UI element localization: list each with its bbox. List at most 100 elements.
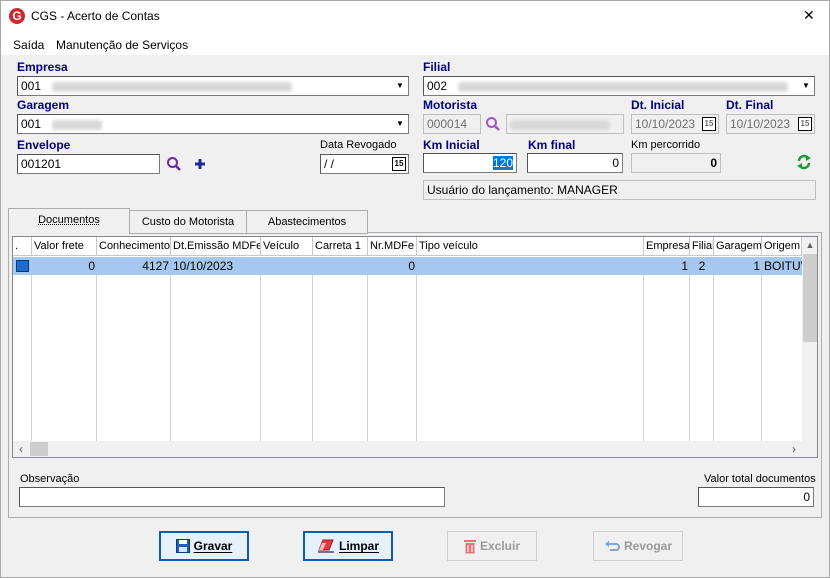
scroll-thumb[interactable]: [803, 254, 817, 342]
limpar-button[interactable]: Limpar: [303, 531, 393, 561]
column-divider: [312, 257, 313, 441]
envelope-label: Envelope: [17, 138, 71, 152]
garagem-select[interactable]: 001 ▼: [17, 114, 409, 134]
column-header[interactable]: Carreta 1: [313, 237, 368, 256]
dt-final-field[interactable]: 10/10/2023 15: [726, 114, 815, 134]
empresa-name-redacted: [52, 81, 293, 92]
column-header[interactable]: Origem: [762, 237, 802, 256]
column-header[interactable]: Tipo veículo: [417, 237, 644, 256]
cell-filial: 2: [698, 259, 706, 273]
column-header[interactable]: Veículo: [261, 237, 313, 256]
column-header[interactable]: Empresa: [644, 237, 690, 256]
undo-icon: [604, 540, 620, 551]
motorista-name-field: [506, 114, 624, 134]
cell-veiculo: [261, 257, 313, 275]
cell-garagem: 1: [753, 259, 760, 273]
dt-final-value: 10/10/2023: [730, 117, 791, 131]
column-header[interactable]: Dt.Emissão MDFe: [171, 237, 261, 256]
menu-item-manutencao[interactable]: Manutenção de Serviços: [56, 38, 188, 52]
limpar-label: Limpar: [338, 539, 379, 553]
data-revogado-value: / /: [324, 157, 335, 171]
column-header[interactable]: .: [13, 237, 32, 256]
scroll-right-icon[interactable]: ›: [786, 441, 802, 457]
vertical-scrollbar[interactable]: ▲: [802, 237, 817, 441]
km-final-label: Km final: [528, 138, 576, 152]
chevron-down-icon[interactable]: ▼: [392, 115, 408, 133]
row-selector[interactable]: [16, 260, 29, 272]
valor-total-field: 0: [698, 487, 814, 507]
km-inicial-field[interactable]: 120: [423, 153, 517, 173]
cell-dt-emissao: 10/10/2023: [173, 259, 234, 273]
chevron-down-icon[interactable]: ▼: [392, 77, 408, 95]
motorista-label: Motorista: [423, 98, 477, 112]
add-icon[interactable]: [194, 158, 206, 170]
cell-carreta: [313, 257, 368, 275]
documentos-grid[interactable]: . Valor frete Conhecimento Dt.Emissão MD…: [12, 236, 818, 458]
refresh-icon[interactable]: [796, 154, 812, 170]
filial-name-redacted: [458, 81, 789, 92]
tab-abastecimentos[interactable]: Abastecimentos: [246, 210, 368, 234]
column-divider: [260, 257, 261, 441]
dt-inicial-value: 10/10/2023: [635, 117, 696, 131]
close-icon[interactable]: ✕: [803, 7, 815, 24]
column-header[interactable]: Nr.MDFe: [368, 237, 417, 256]
cell-empresa: 1: [681, 259, 688, 273]
cell-nr-mdfe: 0: [408, 259, 415, 273]
km-final-field[interactable]: 0: [527, 153, 623, 173]
horizontal-scrollbar[interactable]: ‹ ›: [13, 441, 802, 457]
observacao-field[interactable]: [19, 487, 445, 507]
column-divider: [689, 257, 690, 441]
menu-bar: Saída Manutenção de Serviços: [1, 31, 829, 55]
revogar-button[interactable]: Revogar: [593, 531, 683, 561]
tab-custo-motorista[interactable]: Custo do Motorista: [129, 210, 247, 234]
chevron-down-icon[interactable]: ▼: [798, 77, 814, 95]
calendar-icon[interactable]: 15: [392, 157, 406, 171]
empresa-value: 001: [21, 79, 42, 93]
column-divider: [31, 257, 32, 441]
excluir-button[interactable]: Excluir: [447, 531, 537, 561]
empresa-select[interactable]: 001 ▼: [17, 76, 409, 96]
tab-documentos[interactable]: Documentos: [8, 208, 130, 234]
gravar-button[interactable]: Gravar: [159, 531, 249, 561]
menu-item-saida[interactable]: Saída: [13, 38, 44, 52]
column-divider: [416, 257, 417, 441]
scroll-up-icon[interactable]: ▲: [802, 237, 817, 253]
km-inicial-label: Km Inicial: [423, 138, 480, 152]
search-icon[interactable]: [485, 116, 501, 132]
motorista-code-field[interactable]: 000014: [423, 114, 481, 134]
dt-inicial-field[interactable]: 10/10/2023 15: [631, 114, 719, 134]
filial-select[interactable]: 002 ▼: [423, 76, 815, 96]
cell-origem: BOITUV: [764, 259, 802, 273]
table-row[interactable]: 0 4127 10/10/2023 0 1 2 1 BOITUV: [13, 257, 802, 275]
column-header[interactable]: Filial: [690, 237, 714, 256]
column-header[interactable]: Conhecimento: [97, 237, 171, 256]
scroll-thumb[interactable]: [30, 442, 48, 456]
dt-inicial-label: Dt. Inicial: [631, 98, 685, 112]
column-header[interactable]: Garagem: [714, 237, 762, 256]
save-icon: [175, 539, 190, 553]
km-inicial-value: 120: [492, 156, 513, 170]
calendar-icon[interactable]: 15: [798, 117, 812, 131]
search-icon[interactable]: [166, 156, 182, 172]
observacao-label: Observação: [20, 473, 80, 485]
garagem-label: Garagem: [17, 98, 70, 112]
filial-label: Filial: [423, 60, 451, 74]
column-header[interactable]: Valor frete: [32, 237, 97, 256]
excluir-label: Excluir: [479, 539, 521, 553]
app-logo-icon: G: [9, 8, 25, 24]
calendar-icon[interactable]: 15: [702, 117, 716, 131]
data-revogado-field[interactable]: / / 15: [320, 154, 409, 174]
motorista-name-redacted: [510, 119, 610, 130]
scroll-left-icon[interactable]: ‹: [13, 441, 29, 457]
envelope-field[interactable]: 001201: [17, 154, 160, 174]
gravar-label: Gravar: [193, 539, 233, 553]
cell-conhecimento: 4127: [142, 259, 169, 273]
dt-final-label: Dt. Final: [726, 98, 774, 112]
scroll-corner: [802, 441, 817, 457]
column-divider: [643, 257, 644, 441]
cell-tipo-veiculo: [417, 257, 644, 275]
trash-icon: [463, 539, 476, 553]
km-percorrido-field: 0: [631, 153, 721, 173]
window: G CGS - Acerto de Contas ✕ Saída Manuten…: [0, 0, 830, 578]
eraser-icon: [317, 539, 334, 553]
